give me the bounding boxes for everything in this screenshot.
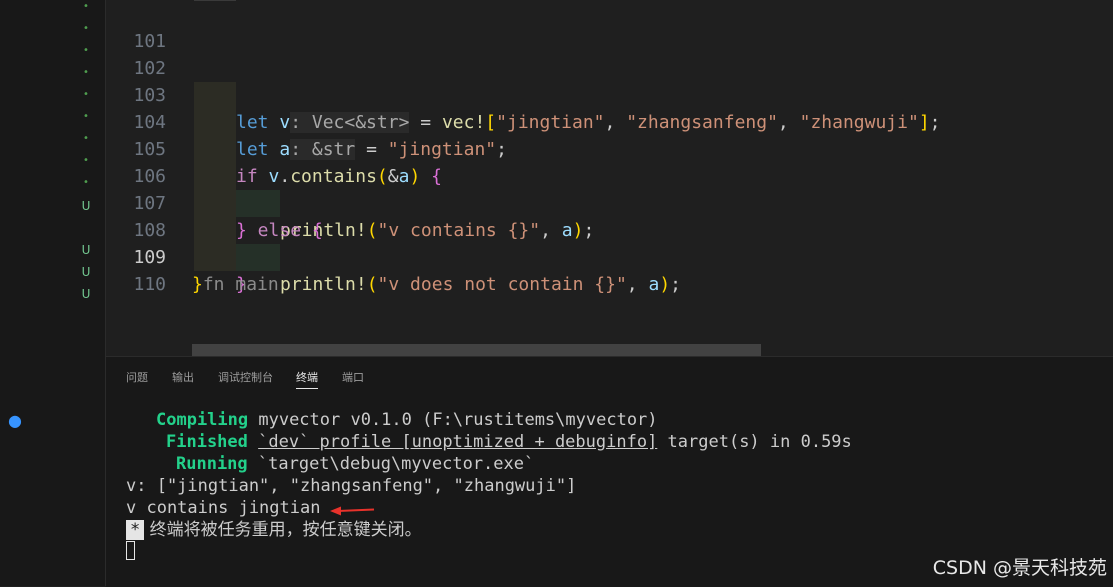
git-dot-icon: • [83,133,89,144]
terminal-line-running: Running `target\debug\myvector.exe` [176,454,535,474]
git-dot-icon: • [83,155,89,166]
tab-problems[interactable]: 问题 [126,369,148,385]
sticky-scope-hint: fn main [202,274,279,295]
git-dot-icon: • [83,67,89,78]
terminal-cursor[interactable] [126,541,135,560]
git-dot-icon: • [83,23,89,34]
git-dot-icon: • [83,111,89,122]
code-text: }fn main [192,274,279,295]
code-line-101[interactable]: 101 [106,1,1113,52]
untracked-badge: U [81,287,91,301]
tab-ports[interactable]: 端口 [342,369,364,385]
command-status-dot-icon[interactable]: ● [8,411,22,430]
code-line-109[interactable]: 109 }fn main [106,217,1113,295]
untracked-badge: U [81,243,91,257]
code-line-105[interactable]: 105 println!("v contains {}", a); [106,109,1113,241]
code-line-104[interactable]: 104 if v.contains(&a) { [106,82,1113,187]
terminal-reuse-notice: * 终端将被任务重用，按任意键关闭。 [126,519,422,541]
code-editor[interactable]: 101 102 let v: Vec<&str> = vec!["jingtia… [106,0,1113,356]
code-line-106[interactable]: 106 } else { [106,136,1113,241]
code-text: println!("v does not contain {}", a); [280,274,682,295]
watermark: CSDN @景天科技苑 [932,557,1107,579]
code-line-110[interactable]: 110 [106,244,1113,295]
code-line-102[interactable]: 102 let v: Vec<&str> = vec!["jingtian", … [106,28,1113,133]
untracked-badge: U [81,265,91,279]
left-gutter-strip: • • • • • • • • • U U U U [0,0,106,586]
terminal-line-compiling: Compiling myvector v0.1.0 (F:\rustitems\… [156,410,658,430]
tab-output[interactable]: 输出 [172,369,194,385]
git-dot-icon: • [83,177,89,188]
terminal-line-finished: Finished `dev` profile [unoptimized + de… [166,432,852,452]
annotation-arrow-icon [330,506,375,516]
git-dot-icon: • [83,1,89,12]
tab-terminal[interactable]: 终端 [296,369,318,389]
tab-debug-console[interactable]: 调试控制台 [218,369,273,385]
git-dot-icon: • [83,45,89,56]
terminal-output-vector: v: ["jingtian", "zhangsanfeng", "zhangwu… [126,476,577,496]
line-number: 110 [133,274,166,295]
star-badge: * [126,520,145,540]
git-dot-icon: • [83,89,89,100]
code-line-103[interactable]: 103 let a: &str = "jingtian"; [106,55,1113,160]
code-line-107[interactable]: 107 println!("v does not contain {}", a)… [106,163,1113,295]
untracked-badge: U [81,199,91,213]
horizontal-scrollbar[interactable] [192,344,761,356]
code-line-108[interactable]: 108 } [106,190,1113,295]
terminal-output-contains: v contains jingtian [126,498,321,518]
